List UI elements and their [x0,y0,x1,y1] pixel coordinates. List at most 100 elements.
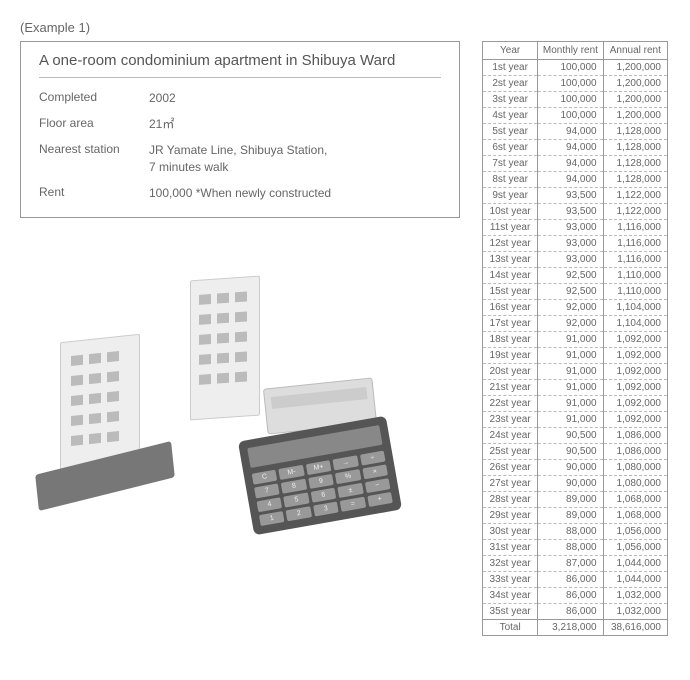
cell-annual: 1,080,000 [603,476,667,492]
table-row: 35st year86,0001,032,000 [483,604,668,620]
table-row: 1st year100,0001,200,000 [483,60,668,76]
cell-annual: 1,122,000 [603,188,667,204]
cell-year: 35st year [483,604,538,620]
table-row: 33st year86,0001,044,000 [483,572,668,588]
cell-monthly: 100,000 [538,92,603,108]
cell-year: 14st year [483,268,538,284]
table-row: 10st year93,5001,122,000 [483,204,668,220]
cell-monthly: 86,000 [538,572,603,588]
table-row: 20st year91,0001,092,000 [483,364,668,380]
cell-year: 6st year [483,140,538,156]
cell-annual: 1,122,000 [603,204,667,220]
label-floor-area: Floor area [39,116,149,132]
cell-year: 16st year [483,300,538,316]
cell-annual: 1,110,000 [603,284,667,300]
cell-annual: 1,128,000 [603,124,667,140]
cell-annual: 1,032,000 [603,604,667,620]
table-row: 25st year90,5001,086,000 [483,444,668,460]
cell-monthly: 86,000 [538,604,603,620]
cell-monthly: 93,500 [538,188,603,204]
cell-year: 2st year [483,76,538,92]
cell-year: 24st year [483,428,538,444]
cell-annual: 1,086,000 [603,444,667,460]
cell-annual: 1,128,000 [603,156,667,172]
table-row: 9st year93,5001,122,000 [483,188,668,204]
total-monthly: 3,218,000 [538,620,603,636]
cell-annual: 1,104,000 [603,300,667,316]
cell-year: 9st year [483,188,538,204]
table-row: 21st year91,0001,092,000 [483,380,668,396]
cell-year: 22st year [483,396,538,412]
table-row: 13st year93,0001,116,000 [483,252,668,268]
table-row: 4st year100,0001,200,000 [483,108,668,124]
cell-monthly: 92,000 [538,316,603,332]
cell-annual: 1,092,000 [603,332,667,348]
table-row: 16st year92,0001,104,000 [483,300,668,316]
cell-monthly: 89,000 [538,492,603,508]
cell-year: 3st year [483,92,538,108]
cell-annual: 1,092,000 [603,364,667,380]
col-year: Year [483,42,538,60]
table-row: 26st year90,0001,080,000 [483,460,668,476]
building-icon [190,275,260,420]
table-row: 34st year86,0001,032,000 [483,588,668,604]
cell-annual: 1,092,000 [603,348,667,364]
cell-year: 17st year [483,316,538,332]
cell-monthly: 87,000 [538,556,603,572]
cell-annual: 1,200,000 [603,76,667,92]
table-total-row: Total3,218,00038,616,000 [483,620,668,636]
cell-annual: 1,086,000 [603,428,667,444]
cell-monthly: 91,000 [538,348,603,364]
cell-annual: 1,104,000 [603,316,667,332]
cell-year: 31st year [483,540,538,556]
row-rent: Rent 100,000 *When newly constructed [39,185,441,201]
cell-annual: 1,200,000 [603,108,667,124]
cell-year: 12st year [483,236,538,252]
value-floor-area: 21㎡ [149,116,441,132]
cell-monthly: 93,000 [538,252,603,268]
calculator-icon: CM-M+→÷ 789%× 456±− 123=+ [238,416,402,536]
cell-monthly: 91,000 [538,412,603,428]
cell-year: 21st year [483,380,538,396]
cell-year: 5st year [483,124,538,140]
cell-annual: 1,092,000 [603,380,667,396]
table-row: 3st year100,0001,200,000 [483,92,668,108]
row-completed: Completed 2002 [39,90,441,106]
table-row: 28st year89,0001,068,000 [483,492,668,508]
row-floor-area: Floor area 21㎡ [39,116,441,132]
cell-annual: 1,032,000 [603,588,667,604]
cell-monthly: 88,000 [538,524,603,540]
cell-annual: 1,092,000 [603,412,667,428]
cell-monthly: 90,000 [538,460,603,476]
total-label: Total [483,620,538,636]
cell-monthly: 100,000 [538,60,603,76]
table-row: 18st year91,0001,092,000 [483,332,668,348]
cell-monthly: 88,000 [538,540,603,556]
cell-annual: 1,200,000 [603,92,667,108]
cell-annual: 1,128,000 [603,172,667,188]
cell-year: 33st year [483,572,538,588]
table-row: 14st year92,5001,110,000 [483,268,668,284]
cell-year: 29st year [483,508,538,524]
cell-monthly: 89,000 [538,508,603,524]
rent-projection-table: Year Monthly rent Annual rent 1st year10… [482,41,668,636]
cell-annual: 1,110,000 [603,268,667,284]
cell-year: 11st year [483,220,538,236]
example-label: (Example 1) [20,20,670,35]
cell-year: 10st year [483,204,538,220]
cell-monthly: 91,000 [538,396,603,412]
cell-year: 13st year [483,252,538,268]
table-row: 23st year91,0001,092,000 [483,412,668,428]
cell-year: 30st year [483,524,538,540]
property-title: A one-room condominium apartment in Shib… [39,52,441,78]
cell-monthly: 90,500 [538,444,603,460]
cell-annual: 1,044,000 [603,572,667,588]
cell-year: 32st year [483,556,538,572]
cell-monthly: 94,000 [538,172,603,188]
cell-monthly: 92,500 [538,284,603,300]
cell-annual: 1,080,000 [603,460,667,476]
cell-annual: 1,068,000 [603,508,667,524]
table-row: 27st year90,0001,080,000 [483,476,668,492]
cell-monthly: 90,000 [538,476,603,492]
table-row: 11st year93,0001,116,000 [483,220,668,236]
